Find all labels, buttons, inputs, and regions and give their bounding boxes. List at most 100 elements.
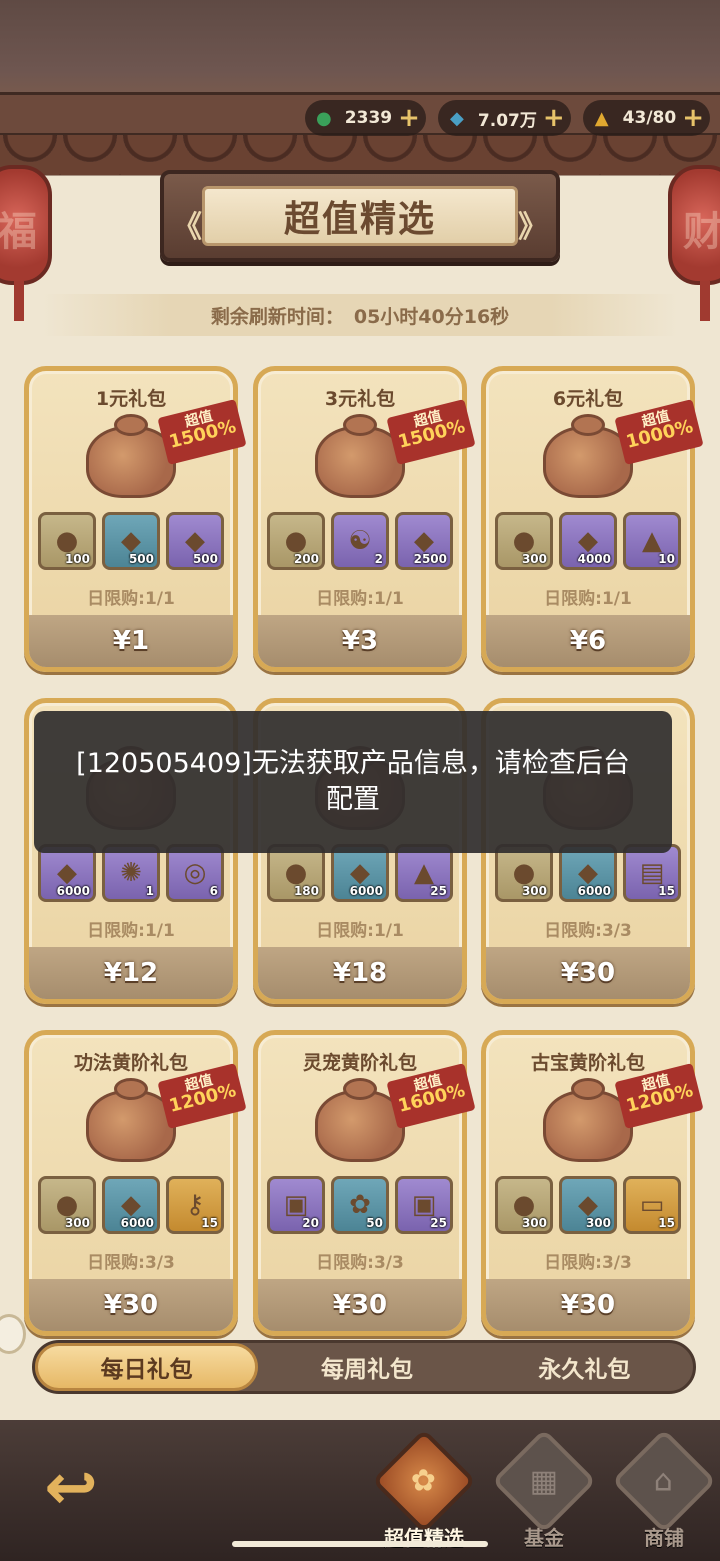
bag-knot [343,414,377,436]
back-arrow-icon[interactable]: ↩ [26,1448,116,1528]
buy-price-button[interactable]: ¥6 [486,615,690,667]
reward-count: 500 [192,552,218,566]
reward-count: 6000 [56,884,90,898]
crystal-icon: ◆ [450,107,464,129]
gift-pack-card[interactable]: 1元礼包 超值 1500% ● 100 ◆ 500 ◆ 500 日限购:1/1 ¥1 [24,366,247,672]
jade-icon: ● [315,107,332,129]
reward-item[interactable]: ● 300 [495,1176,553,1234]
reward-count: 15 [658,884,675,898]
reward-items: ▣ 20 ✿ 50 ▣ 25 [267,1176,453,1234]
error-toast: [120505409]无法获取产品信息，请检查后台配置 [34,711,672,853]
purchase-limit: 日限购:1/1 [544,589,632,609]
gift-pack-card[interactable]: 古宝黄阶礼包 超值 1200% ● 300 ◆ 300 ▭ 15 日限购:3/3 ¥30 [481,1030,704,1336]
reward-item[interactable]: ● 200 [267,512,325,570]
reward-count: 6 [209,884,218,898]
flame-icon: ▲ [594,107,609,129]
chat-bubble-icon[interactable] [0,1314,26,1354]
nav-value-picks[interactable]: ✿ 超值精选 [371,1428,477,1550]
gift-pack-card[interactable]: 3元礼包 超值 1500% ● 200 ☯ 2 ◆ 2500 日限购:1/1 ¥3 [253,366,476,672]
purchase-limit: 日限购:3/3 [87,1253,175,1273]
roof-tiles [0,135,720,175]
bag-knot [571,414,605,436]
reward-count: 100 [64,552,90,566]
reward-item[interactable]: ◆ 4000 [559,512,617,570]
reward-count: 20 [302,1216,319,1230]
purchase-limit: 日限购:3/3 [544,1253,632,1273]
reward-item[interactable]: ◆ 2500 [395,512,453,570]
gift-pack-card[interactable]: 灵宠黄阶礼包 超值 1600% ▣ 20 ✿ 50 ▣ 25 日限购:3/3 ¥30 [253,1030,476,1336]
reward-item[interactable]: ▲ 10 [623,512,681,570]
gift-pack-card[interactable]: 功法黄阶礼包 超值 1200% ● 300 ◆ 6000 ⚷ 15 日限购:3/3 ¥30 [24,1030,247,1336]
add-crystal-button[interactable]: + [543,105,565,131]
page-title: 超值精选 [283,199,436,240]
buy-price-button[interactable]: ¥1 [29,615,233,667]
reward-count: 300 [521,1216,547,1230]
buy-price-button[interactable]: ¥30 [486,1279,690,1331]
currency-flame[interactable]: ▲ 43/80 + [582,100,710,136]
currency-jade[interactable]: ● 2339 + [304,100,426,136]
reward-item[interactable]: ● 300 [495,512,553,570]
purchase-limit: 日限购:3/3 [316,1253,404,1273]
reward-count: 300 [521,884,547,898]
reward-count: 6000 [349,884,383,898]
reward-item[interactable]: ● 300 [38,1176,96,1234]
bag-knot [114,414,148,436]
reward-count: 10 [658,552,675,566]
buy-price-button[interactable]: ¥30 [486,947,690,999]
purchase-limit: 日限购:1/1 [87,921,175,941]
home-indicator [232,1541,488,1547]
nav-shop[interactable]: ⌂ 商铺 [611,1428,717,1550]
buy-price-button[interactable]: ¥3 [258,615,462,667]
buy-price-button[interactable]: ¥12 [29,947,233,999]
reward-items: ● 300 ◆ 4000 ▲ 10 [495,512,681,570]
reward-icon: ◎ [183,858,207,888]
reward-item[interactable]: ▭ 15 [623,1176,681,1234]
nav-glyph: ✿ [411,1463,437,1499]
refresh-timer: 剩余刷新时间： 05小时40分16秒 [42,294,678,336]
nav-fund[interactable]: ▦ 基金 [491,1428,597,1550]
reward-count: 300 [521,552,547,566]
lantern-left: 福 [0,165,52,321]
reward-item[interactable]: ✿ 50 [331,1176,389,1234]
title-inner: 超值精选 [202,186,518,246]
reward-icon: ☯ [348,526,372,556]
buy-price-button[interactable]: ¥18 [258,947,462,999]
pack-tabs: 每日礼包 每周礼包 永久礼包 [32,1340,696,1394]
currency-crystal[interactable]: ◆ 7.07万 + [437,100,571,136]
buy-price-button[interactable]: ¥30 [258,1279,462,1331]
nav-glyph: ⌂ [654,1463,674,1499]
reward-item[interactable]: ● 100 [38,512,96,570]
buy-price-button[interactable]: ¥30 [29,1279,233,1331]
add-stamina-button[interactable]: + [682,105,704,131]
title-plaque: 《 超值精选 》 [160,170,560,262]
reward-item[interactable]: ☯ 2 [331,512,389,570]
reward-count: 2500 [413,552,447,566]
reward-count: 15 [658,1216,675,1230]
reward-item[interactable]: ▣ 20 [267,1176,325,1234]
tab-permanent[interactable]: 永久礼包 [476,1343,693,1391]
treasure-chest-icon: ▦ [491,1428,597,1534]
reward-item[interactable]: ▣ 25 [395,1176,453,1234]
reward-item[interactable]: ◆ 500 [166,512,224,570]
reward-item[interactable]: ◆ 500 [102,512,160,570]
reward-count: 6000 [120,1216,154,1230]
lantern-tassel [14,281,24,321]
reward-count: 1 [145,884,154,898]
refresh-label: 剩余刷新时间： [210,305,344,328]
bag-knot [343,1078,377,1100]
bag-knot [114,1078,148,1100]
reward-items: ● 100 ◆ 500 ◆ 500 [38,512,224,570]
tab-daily[interactable]: 每日礼包 [35,1343,259,1391]
tab-weekly[interactable]: 每周礼包 [258,1343,475,1391]
add-jade-button[interactable]: + [398,105,420,131]
reward-item[interactable]: ◆ 300 [559,1176,617,1234]
reward-item[interactable]: ⚷ 15 [166,1176,224,1234]
reward-count: 25 [430,884,447,898]
lantern-tassel [700,281,710,321]
gift-pack-card[interactable]: 6元礼包 超值 1000% ● 300 ◆ 4000 ▲ 10 日限购:1/1 ¥6 [481,366,704,672]
reward-count: 15 [201,1216,218,1230]
reward-count: 200 [293,552,319,566]
refresh-value: 05小时40分16秒 [353,305,510,328]
reward-item[interactable]: ◆ 6000 [102,1176,160,1234]
reward-items: ● 300 ◆ 6000 ⚷ 15 [38,1176,224,1234]
